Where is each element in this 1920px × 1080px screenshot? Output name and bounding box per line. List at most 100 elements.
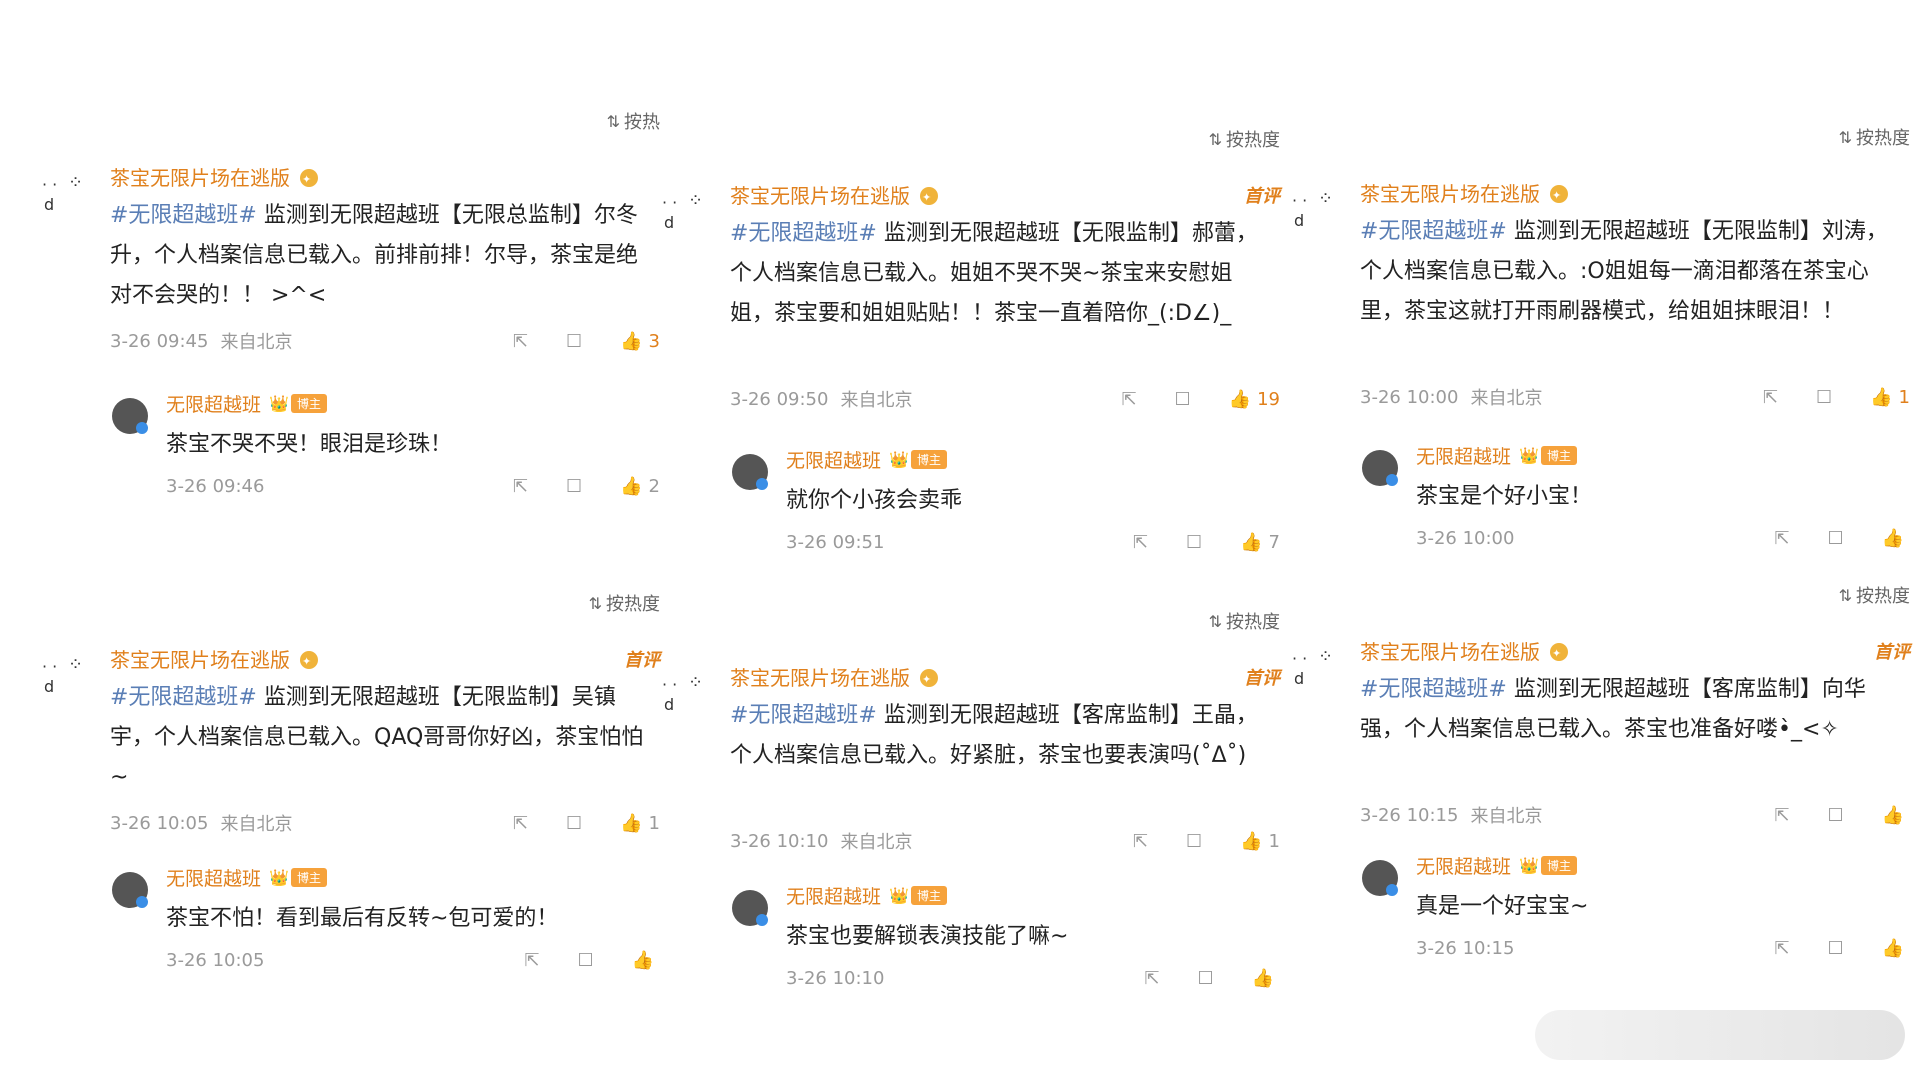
topic-hashtag[interactable]: #无限超越班# (110, 203, 257, 228)
topic-hashtag[interactable]: #无限超越班# (1360, 219, 1507, 244)
reply-nickname[interactable]: 无限超越班 (1416, 852, 1511, 879)
share-button[interactable]: ⇱ (1133, 532, 1148, 553)
like-button[interactable]: 👍 1 (1870, 387, 1910, 408)
share-button[interactable]: ⇱ (1144, 968, 1159, 989)
svg-text:· ·: · · (662, 193, 677, 212)
avatar[interactable]: · · ⁘ d (1290, 184, 1338, 232)
topic-hashtag[interactable]: #无限超越班# (110, 685, 257, 710)
topic-hashtag[interactable]: #无限超越班# (730, 703, 877, 728)
comment-button[interactable]: ☐ (1827, 805, 1843, 826)
sort-by-heat-button[interactable]: ⇅ 按热度 (1839, 124, 1910, 150)
comment-icon: ☐ (1827, 528, 1844, 549)
reply-time: 3-26 10:15 (1416, 938, 1515, 959)
sort-by-heat-button[interactable]: ⇅ 按热度 (1209, 126, 1280, 152)
commenter-nickname[interactable]: 茶宝无限片场在逃版 (730, 662, 910, 691)
share-button[interactable]: ⇱ (1121, 389, 1136, 410)
avatar[interactable]: · · ⁘ d (40, 168, 88, 216)
like-button[interactable]: 👍 (1882, 938, 1910, 959)
comment-button[interactable]: ☐ (577, 950, 593, 971)
sort-icon: ⇅ (1838, 127, 1852, 147)
avatar[interactable]: · · ⁘ d (660, 668, 708, 716)
comment-button[interactable]: ☐ (1827, 938, 1843, 959)
share-icon: ⇱ (512, 812, 528, 834)
thumbs-up-icon: 👍 (620, 330, 643, 352)
svg-text:d: d (44, 195, 54, 214)
like-button[interactable]: 👍 19 (1229, 389, 1280, 410)
comment-button[interactable]: ☐ (566, 331, 582, 352)
like-button[interactable]: 👍 7 (1240, 532, 1280, 553)
like-button[interactable]: 👍 1 (1240, 831, 1280, 852)
comment-button[interactable]: ☐ (1175, 389, 1191, 410)
share-button[interactable]: ⇱ (1774, 805, 1789, 826)
commenter-nickname[interactable]: 茶宝无限片场在逃版 (1360, 636, 1540, 665)
share-button[interactable]: ⇱ (524, 950, 539, 971)
reply-nickname[interactable]: 无限超越班 (786, 446, 881, 473)
thumbs-up-icon: 👍 (1240, 532, 1263, 553)
reply-nickname[interactable]: 无限超越班 (1416, 442, 1511, 469)
crown-icon: 👑 (889, 886, 909, 905)
share-button[interactable]: ⇱ (1763, 387, 1778, 408)
comment-icon: ☐ (577, 950, 594, 971)
svg-text:✦: ✦ (922, 673, 931, 686)
commenter-nickname[interactable]: 茶宝无限片场在逃版 (1360, 178, 1540, 207)
sort-by-heat-button[interactable]: ⇅ 按热度 (1209, 608, 1280, 634)
like-button[interactable]: 👍 2 (620, 476, 660, 497)
comment-location: 来自北京 (1470, 806, 1543, 827)
reply-time: 3-26 10:00 (1416, 528, 1515, 549)
comment-button[interactable]: ☐ (566, 476, 582, 497)
svg-text:d: d (664, 213, 674, 232)
comment-location: 来自北京 (220, 814, 293, 835)
comment-button[interactable]: ☐ (1827, 528, 1843, 549)
reply-time: 3-26 09:46 (166, 476, 265, 497)
reply-avatar[interactable] (730, 888, 770, 928)
first-comment-badge: 首评 (1244, 667, 1280, 689)
crown-badge-icon: ✦ (1546, 182, 1572, 204)
like-button[interactable]: 👍 (1882, 528, 1910, 549)
commenter-nickname[interactable]: 茶宝无限片场在逃版 (110, 162, 290, 191)
share-button[interactable]: ⇱ (513, 476, 528, 497)
reply-avatar[interactable] (1360, 448, 1400, 488)
comment-button[interactable]: ☐ (566, 813, 582, 834)
topic-hashtag[interactable]: #无限超越班# (1360, 677, 1507, 702)
avatar[interactable]: · · ⁘ d (660, 186, 708, 234)
crown-badge-icon: ✦ (916, 184, 942, 206)
reply-nickname[interactable]: 无限超越班 (166, 390, 261, 417)
like-button[interactable]: 👍 (632, 950, 660, 971)
comment-header: 茶宝无限片场在逃版 ✦ 首评 (730, 662, 1280, 691)
share-button[interactable]: ⇱ (1774, 528, 1789, 549)
reply-nickname[interactable]: 无限超越班 (786, 882, 881, 909)
svg-text:d: d (664, 695, 674, 714)
reply-avatar[interactable] (110, 870, 150, 910)
share-icon: ⇱ (1144, 968, 1160, 989)
comment-button[interactable]: ☐ (1186, 831, 1202, 852)
sort-by-heat-button[interactable]: ⇅ 按热 (607, 108, 660, 134)
comment-button[interactable]: ☐ (1816, 387, 1832, 408)
topic-hashtag[interactable]: #无限超越班# (730, 221, 877, 246)
reply-avatar[interactable] (730, 452, 770, 492)
avatar[interactable]: · · ⁘ d (40, 650, 88, 698)
comment-button[interactable]: ☐ (1197, 968, 1213, 989)
sort-by-heat-button[interactable]: ⇅ 按热度 (1839, 582, 1910, 608)
avatar-face-icon: · · ⁘ d (42, 172, 83, 214)
svg-text:⁘: ⁘ (1318, 646, 1333, 667)
blogger-badge: 👑 博主 (1519, 856, 1577, 875)
share-button[interactable]: ⇱ (513, 813, 528, 834)
commenter-nickname[interactable]: 茶宝无限片场在逃版 (110, 644, 290, 673)
comment-button[interactable]: ☐ (1186, 532, 1202, 553)
reply-nickname[interactable]: 无限超越班 (166, 864, 261, 891)
reply-avatar[interactable] (1360, 858, 1400, 898)
share-button[interactable]: ⇱ (1133, 831, 1148, 852)
avatar[interactable]: · · ⁘ d (1290, 642, 1338, 690)
like-button[interactable]: 👍 (1882, 805, 1910, 826)
commenter-nickname[interactable]: 茶宝无限片场在逃版 (730, 180, 910, 209)
share-button[interactable]: ⇱ (1774, 938, 1789, 959)
sort-by-heat-button[interactable]: ⇅ 按热度 (589, 590, 660, 616)
comment-icon: ☐ (1815, 386, 1833, 408)
like-button[interactable]: 👍 (1252, 968, 1280, 989)
reply-text: 茶宝不哭不哭！眼泪是珍珠！ (166, 432, 453, 457)
like-button[interactable]: 👍 3 (620, 331, 660, 352)
share-icon: ⇱ (512, 476, 528, 497)
share-button[interactable]: ⇱ (513, 331, 528, 352)
reply-avatar[interactable] (110, 396, 150, 436)
like-button[interactable]: 👍 1 (620, 813, 660, 834)
